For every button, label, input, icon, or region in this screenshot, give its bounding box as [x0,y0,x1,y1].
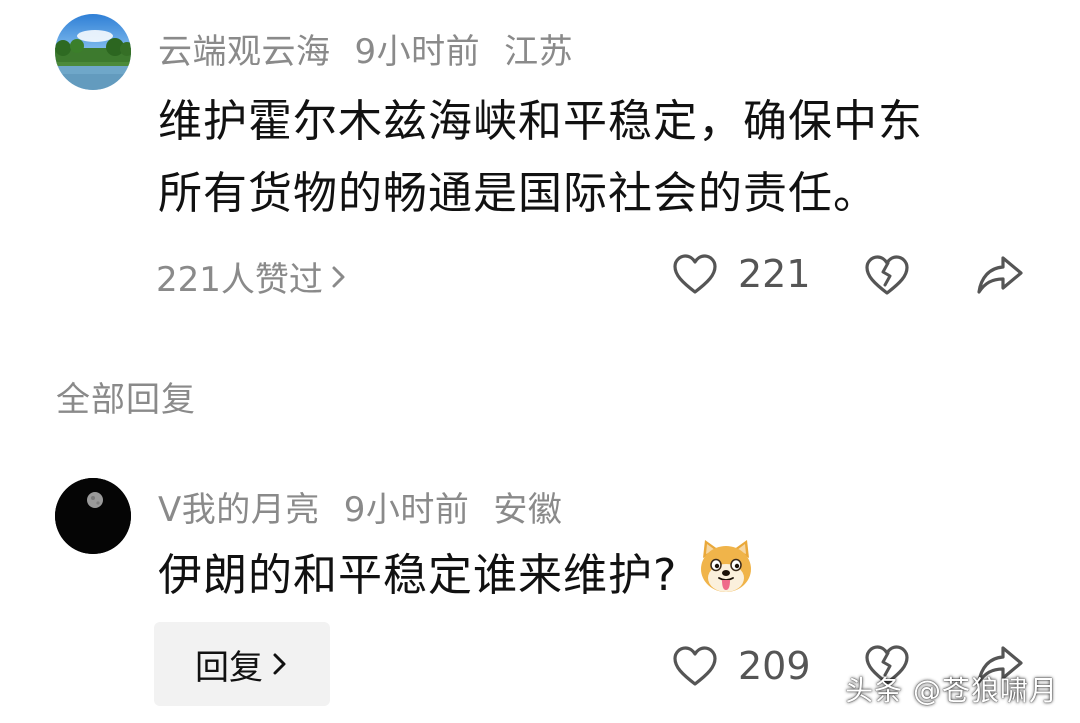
comment-meta: 云端观云海 9小时前 江苏 [158,24,597,73]
reply-text: 伊朗的和平稳定谁来维护? [158,550,678,601]
broken-heart-icon [865,255,909,295]
doge-emoji-icon [695,536,757,620]
chevron-right-icon [273,653,286,675]
likers-summary-link[interactable]: 221人赞过 [156,252,349,301]
comment-like-button[interactable]: 221 [672,252,811,296]
reply-like-button[interactable]: 209 [672,644,811,688]
heart-outline-icon [673,646,717,686]
comment-text-line1: 维护霍尔木兹海峡和平稳定，确保中东 [158,96,923,147]
reply-meta: V我的月亮 9小时前 安徽 [158,482,586,531]
avatar-reply-author[interactable] [55,478,131,554]
comment-time: 9小时前 [354,32,481,72]
landscape-avatar-image [55,14,131,90]
comment-like-count: 221 [738,252,811,296]
reply-time: 9小时前 [343,490,470,530]
comment-text-line2: 所有货物的畅通是国际社会的责任。 [158,168,878,219]
all-replies-heading: 全部回复 [56,380,196,420]
reply-like-count: 209 [738,644,811,688]
share-arrow-icon [977,256,1023,294]
moon-avatar-image [55,478,131,554]
reply-button[interactable]: 回复 [154,622,330,706]
heart-outline-icon [673,254,717,294]
comment-text: 维护霍尔木兹海峡和平稳定，确保中东 所有货物的畅通是国际社会的责任。 [158,86,923,230]
reply-button-label: 回复 [195,647,263,688]
chevron-right-icon [332,266,345,287]
avatar-comment-author[interactable] [55,14,131,90]
comment-card: 云端观云海 9小时前 江苏 维护霍尔木兹海峡和平稳定，确保中东 所有货物的畅通是国际… [0,0,1080,330]
comment-dislike-button[interactable] [864,254,910,296]
watermark: 头条 @苍狼啸月 [845,674,1058,707]
comment-share-button[interactable] [976,254,1024,296]
comment-author-name[interactable]: 云端观云海 [158,32,331,72]
reply-author-name[interactable]: V我的月亮 [158,490,320,530]
likers-summary-text: 221人赞过 [156,260,323,300]
reply-text-row: 伊朗的和平稳定谁来维护? [158,536,757,620]
comment-location: 江苏 [504,32,574,72]
reply-location: 安徽 [493,490,563,530]
